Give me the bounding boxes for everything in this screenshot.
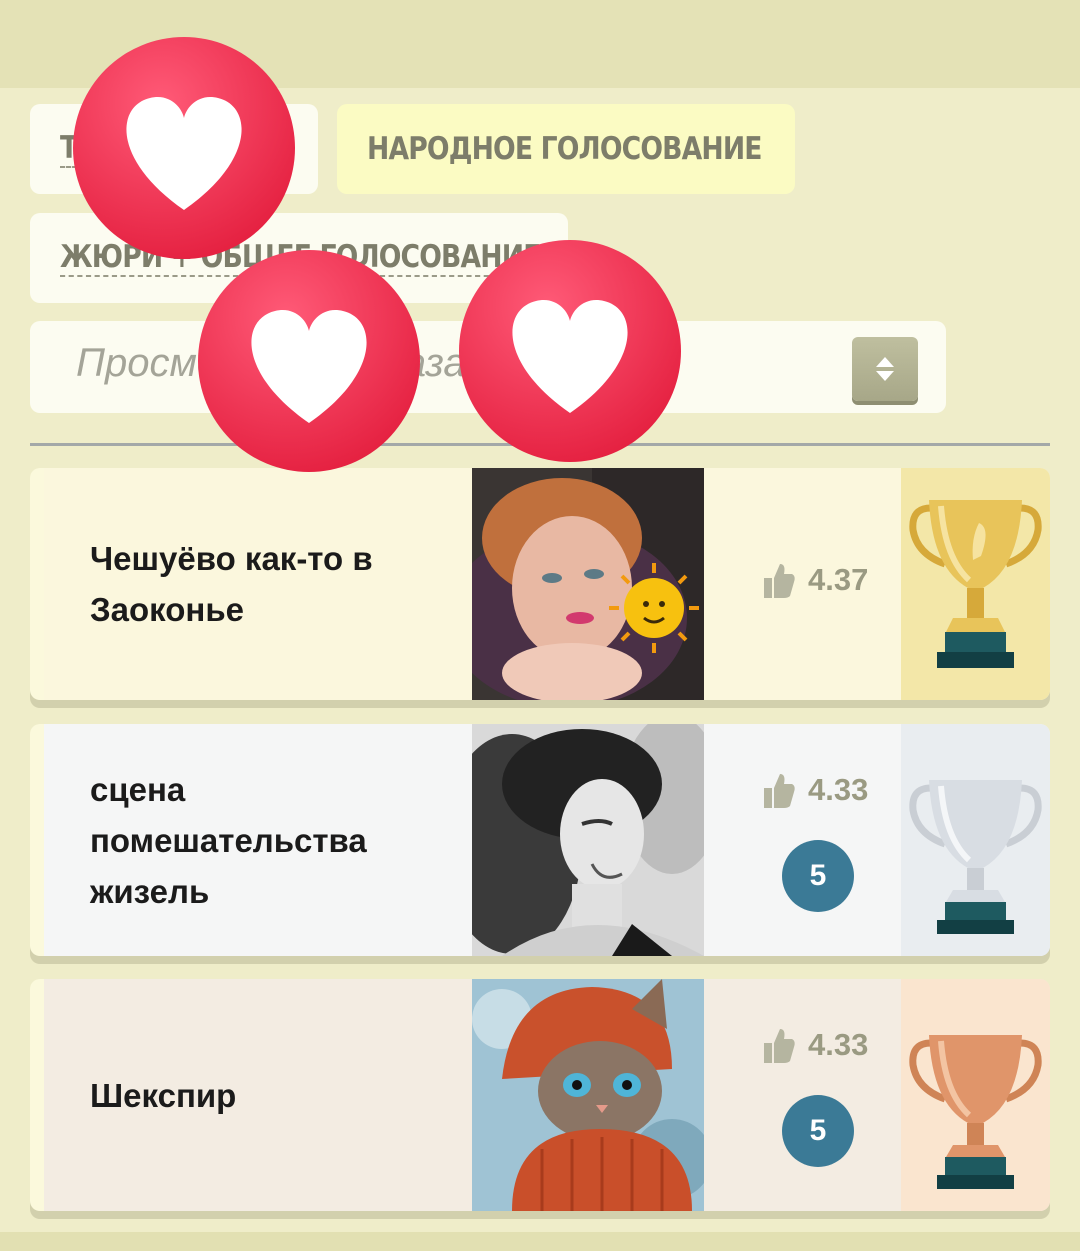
place-cell	[901, 724, 1050, 956]
entry-row-1[interactable]: Чешуёво как-то в Заоконье 4.37	[30, 468, 1050, 700]
thumbs-up-icon	[764, 774, 795, 808]
heart-reaction-icon[interactable]	[458, 239, 682, 463]
place-cell	[901, 468, 1050, 700]
tab-popular-vote-label: НАРОДНОЕ ГОЛОСОВАНИЕ	[367, 131, 763, 167]
thumbs-up-icon	[764, 564, 795, 598]
rating-value: 4.33	[808, 772, 869, 807]
entry-thumbnail[interactable]	[472, 724, 704, 956]
rating-value: 4.33	[808, 1027, 869, 1062]
heart-reaction-icon[interactable]	[197, 249, 421, 473]
gold-trophy-icon	[909, 500, 1042, 668]
silver-trophy-icon	[909, 780, 1042, 934]
entry-thumbnail[interactable]	[472, 979, 704, 1211]
entry-title-line: помешательства	[90, 821, 367, 859]
entry-title-line: жизель	[90, 872, 210, 910]
entry-title-line: Шекспир	[90, 1076, 237, 1114]
entry-thumbnail[interactable]	[472, 468, 704, 700]
entry-title-line: Чешуёво как-то в	[90, 540, 373, 577]
select-arrows-icon[interactable]	[852, 337, 918, 401]
entry-row-2[interactable]: сцена помешательства жизель 4.33 5	[30, 724, 1050, 956]
entry-title[interactable]: Чешуёво как-то в Заоконье	[90, 468, 410, 700]
bottom-band	[0, 1232, 1080, 1251]
comment-count-badge[interactable]: 5	[782, 840, 854, 912]
comment-count-badge[interactable]: 5	[782, 1095, 854, 1167]
rating-value: 4.37	[808, 562, 869, 597]
entry-row-3[interactable]: Шекспир 4.33 5	[30, 979, 1050, 1211]
entry-title-line: сцена	[90, 770, 186, 808]
entry-rating: 4.33	[760, 770, 900, 810]
entry-title[interactable]: сцена помешательства жизель	[90, 724, 410, 956]
place-cell	[901, 979, 1050, 1211]
tab-popular-vote[interactable]: НАРОДНОЕ ГОЛОСОВАНИЕ	[337, 104, 795, 194]
entry-rating: 4.37	[760, 560, 900, 600]
entry-title[interactable]: Шекспир	[90, 979, 410, 1211]
heart-reaction-icon[interactable]	[72, 36, 296, 260]
bronze-trophy-icon	[909, 1035, 1042, 1189]
entry-rating: 4.33	[760, 1025, 900, 1065]
entry-title-line: Заоконье	[90, 591, 244, 628]
thumbs-up-icon	[764, 1029, 795, 1063]
